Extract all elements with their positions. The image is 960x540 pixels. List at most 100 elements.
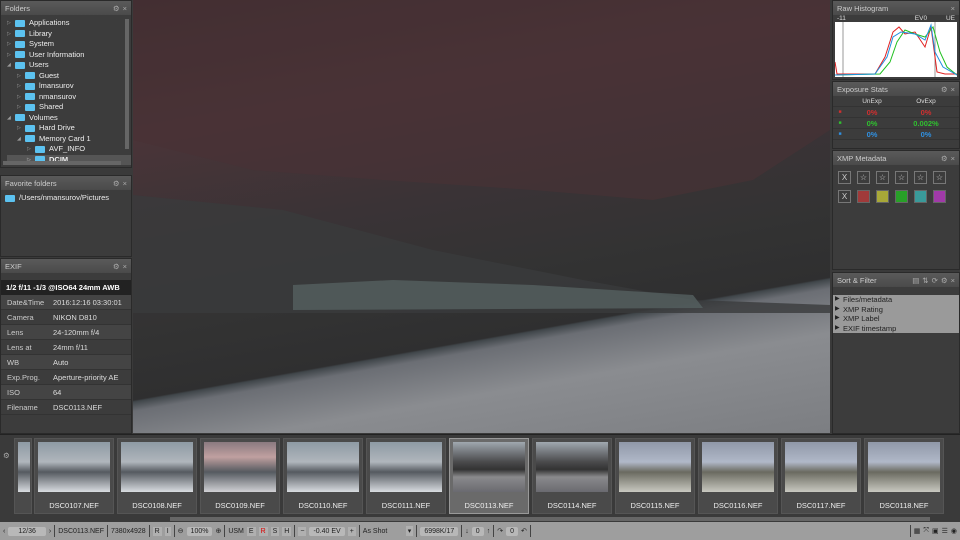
filmstrip-thumbnail[interactable]: DSC0108.NEF bbox=[117, 438, 197, 514]
filmstrip-thumbnail[interactable] bbox=[14, 438, 32, 514]
star-rating-1-icon[interactable]: ☆ bbox=[857, 171, 870, 184]
fit-icon[interactable]: ⤧ bbox=[923, 527, 929, 535]
collapsed-arrow-icon[interactable]: ▷ bbox=[7, 50, 15, 61]
gear-icon[interactable]: ⚙ bbox=[113, 262, 120, 271]
folder-item[interactable]: ▷ Library bbox=[7, 29, 131, 40]
folder-item[interactable]: ▷ lmansurov bbox=[7, 81, 131, 92]
folder-item[interactable]: ▷ nmansurov bbox=[7, 92, 131, 103]
sort-filter-item[interactable]: ▶ XMP Rating bbox=[833, 304, 959, 315]
star-rating-4-icon[interactable]: ☆ bbox=[914, 171, 927, 184]
folder-item[interactable]: ▷ Guest bbox=[7, 71, 131, 82]
expanded-arrow-icon[interactable]: ◢ bbox=[7, 60, 15, 71]
close-icon[interactable]: × bbox=[951, 154, 955, 163]
close-icon[interactable]: × bbox=[123, 179, 127, 188]
collapsed-arrow-icon[interactable]: ▷ bbox=[17, 92, 25, 103]
folder-item[interactable]: ▷ Applications bbox=[7, 18, 131, 29]
folder-item[interactable]: ◢ Users bbox=[7, 60, 131, 71]
next-icon[interactable]: › bbox=[49, 528, 51, 535]
star-rating-3-icon[interactable]: ☆ bbox=[895, 171, 908, 184]
usm-button[interactable]: USM bbox=[228, 528, 244, 535]
clear-label-button[interactable]: X bbox=[838, 190, 851, 203]
gear-icon[interactable]: ⚙ bbox=[3, 451, 10, 460]
collapsed-arrow-icon[interactable]: ▷ bbox=[17, 71, 25, 82]
expanded-arrow-icon[interactable]: ◢ bbox=[7, 113, 15, 124]
file-icon[interactable]: ▤ bbox=[912, 276, 919, 285]
favorite-folder[interactable]: /Users/nmansurov/Pictures bbox=[5, 193, 131, 204]
filmstrip-thumbnail[interactable]: DSC0115.NEF bbox=[615, 438, 695, 514]
rotate-right-icon[interactable]: ↷ bbox=[497, 527, 503, 535]
color-label-swatch[interactable] bbox=[876, 190, 889, 203]
color-label-swatch[interactable] bbox=[857, 190, 870, 203]
folder-item[interactable]: ▷ Shared bbox=[7, 102, 131, 113]
vertical-scrollbar[interactable] bbox=[125, 19, 129, 149]
collapsed-arrow-icon[interactable]: ▷ bbox=[7, 18, 15, 29]
color-label-swatch[interactable] bbox=[895, 190, 908, 203]
collapsed-arrow-icon[interactable]: ▷ bbox=[17, 81, 25, 92]
zoom-level[interactable]: 100% bbox=[186, 526, 213, 536]
grid-icon[interactable]: ▦ bbox=[914, 527, 921, 535]
zoom-out-icon[interactable]: ⊖ bbox=[178, 527, 184, 535]
expand-arrow-icon[interactable]: ▶ bbox=[835, 314, 840, 324]
filmstrip-thumbnail[interactable]: DSC0118.NEF bbox=[864, 438, 944, 514]
sort-filter-item[interactable]: ▶ XMP Label bbox=[833, 314, 959, 324]
chevron-down-icon[interactable]: ▾ bbox=[405, 526, 414, 536]
filmstrip-thumbnail[interactable]: DSC0116.NEF bbox=[698, 438, 778, 514]
gear-icon[interactable]: ⚙ bbox=[941, 276, 948, 285]
collapsed-arrow-icon[interactable]: ▷ bbox=[7, 39, 15, 50]
h-button[interactable]: H bbox=[282, 526, 292, 536]
close-icon[interactable]: × bbox=[951, 276, 955, 285]
folder-item[interactable]: ▷ AVF_INFO bbox=[7, 144, 131, 155]
folder-item[interactable]: ◢ Volumes bbox=[7, 113, 131, 124]
sort-filter-item[interactable]: ▶ Files/metadata bbox=[833, 295, 959, 305]
gear-icon[interactable]: ⚙ bbox=[941, 85, 948, 94]
red-button[interactable]: R bbox=[258, 526, 268, 536]
prev-icon[interactable]: ‹ bbox=[3, 528, 5, 535]
rotate-left-icon[interactable]: ↶ bbox=[521, 527, 527, 535]
info-icon[interactable]: ◉ bbox=[951, 527, 957, 535]
image-counter[interactable]: 12/36 bbox=[8, 526, 46, 536]
filmstrip-scrollbar[interactable] bbox=[170, 517, 930, 521]
folder-item[interactable]: ▷ System bbox=[7, 39, 131, 50]
collapsed-arrow-icon[interactable]: ▷ bbox=[7, 29, 15, 40]
filmstrip-thumbnail[interactable]: DSC0110.NEF bbox=[283, 438, 363, 514]
star-rating-2-icon[interactable]: ☆ bbox=[876, 171, 889, 184]
filmstrip-thumbnail[interactable]: DSC0117.NEF bbox=[781, 438, 861, 514]
filmstrip-thumbnail[interactable]: DSC0107.NEF bbox=[34, 438, 114, 514]
color-label-swatch[interactable] bbox=[914, 190, 927, 203]
expand-arrow-icon[interactable]: ▶ bbox=[835, 305, 840, 315]
folder-item[interactable]: ▷ User Information bbox=[7, 50, 131, 61]
expand-arrow-icon[interactable]: ▶ bbox=[835, 324, 840, 334]
sort-filter-item[interactable]: ▶ EXIF timestamp bbox=[833, 323, 959, 334]
arrow-down-icon[interactable]: ↓ bbox=[465, 528, 469, 535]
gear-icon[interactable]: ⚙ bbox=[113, 179, 120, 188]
filmstrip-thumbnail[interactable]: DSC0114.NEF bbox=[532, 438, 612, 514]
r-button[interactable]: R bbox=[152, 526, 162, 536]
gear-icon[interactable]: ⚙ bbox=[941, 154, 948, 163]
expanded-arrow-icon[interactable]: ◢ bbox=[17, 134, 25, 145]
image-viewer[interactable] bbox=[133, 0, 830, 433]
refresh-icon[interactable]: ⟳ bbox=[932, 276, 938, 285]
close-icon[interactable]: × bbox=[123, 262, 127, 271]
reject-rating-button[interactable]: X bbox=[838, 171, 851, 184]
filmstrip-thumbnail[interactable]: DSC0111.NEF bbox=[366, 438, 446, 514]
ev-value[interactable]: -0.40 EV bbox=[309, 526, 345, 536]
gear-icon[interactable]: ⚙ bbox=[113, 4, 120, 13]
collapsed-arrow-icon[interactable]: ▷ bbox=[27, 144, 35, 155]
folder-item[interactable]: ◢ Memory Card 1 bbox=[7, 134, 131, 145]
folder-item[interactable]: ▷ Hard Drive bbox=[7, 123, 131, 134]
e-button[interactable]: E bbox=[246, 526, 256, 536]
filmstrip-thumbnail[interactable]: DSC0113.NEF bbox=[449, 438, 529, 514]
collapsed-arrow-icon[interactable]: ▷ bbox=[17, 102, 25, 113]
close-icon[interactable]: × bbox=[951, 4, 955, 13]
expand-arrow-icon[interactable]: ▶ bbox=[835, 295, 840, 305]
folder-tree[interactable]: ▷ Applications ▷ Library ▷ System ▷ User Inform… bbox=[1, 15, 131, 165]
arrow-up-icon[interactable]: ↑ bbox=[487, 528, 491, 535]
i-button[interactable]: I bbox=[164, 526, 171, 536]
color-label-swatch[interactable] bbox=[933, 190, 946, 203]
ev-plus-button[interactable]: + bbox=[347, 526, 356, 536]
close-icon[interactable]: × bbox=[123, 4, 127, 13]
close-icon[interactable]: × bbox=[951, 85, 955, 94]
list-icon[interactable]: ☰ bbox=[942, 527, 948, 535]
filmstrip-thumbnail[interactable]: DSC0109.NEF bbox=[200, 438, 280, 514]
ev-minus-button[interactable]: − bbox=[298, 526, 307, 536]
